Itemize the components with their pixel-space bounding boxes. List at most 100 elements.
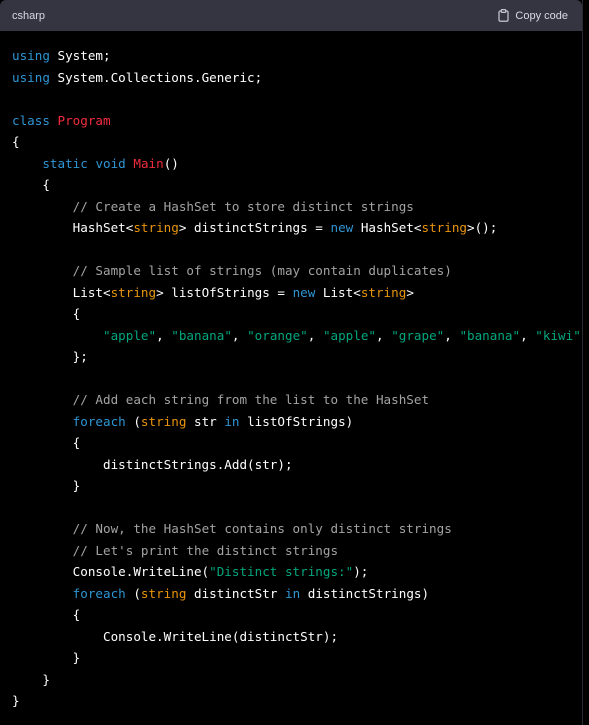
code-token: string [360, 284, 407, 300]
code-block: csharp Copy code using System; using Syst… [0, 0, 583, 725]
code-token: "grape" [391, 327, 445, 343]
code-token: { [12, 306, 81, 321]
code-token: System.Collections.Generic; [49, 69, 263, 85]
code-line: } [12, 475, 582, 497]
code-token: // Add each string from the list to the … [72, 392, 430, 407]
code-token: string [140, 585, 187, 601]
code-token: Main [133, 155, 164, 171]
code-token: new [330, 220, 354, 235]
code-line: class Program [12, 110, 582, 132]
code-token: , [520, 327, 536, 343]
code-token: foreach [72, 413, 126, 429]
code-token: using [12, 69, 50, 85]
code-token: // Let's print the distinct strings [72, 542, 339, 558]
code-line: { [12, 604, 582, 626]
code-token: str [186, 413, 225, 429]
code-token: System; [49, 48, 111, 63]
code-token: distinctStrings.Add(str); [12, 456, 293, 472]
code-token: Console.WriteLine( [12, 564, 210, 579]
code-token: new [292, 284, 316, 300]
code-token: string [110, 284, 157, 300]
code-token: distinctStr [186, 585, 285, 601]
code-line: { [12, 432, 582, 454]
code-token: "banana" [171, 327, 232, 343]
code-token: in [285, 585, 301, 601]
code-token: , [444, 327, 460, 343]
code-line: } [12, 690, 582, 712]
code-token: }; [12, 349, 88, 364]
code-token: "apple" [322, 327, 377, 343]
code-token: ); [353, 564, 369, 579]
code-line: foreach (string str in listOfStrings) [12, 411, 582, 433]
code-block-header: csharp Copy code [0, 0, 582, 31]
code-line: List<string> listOfStrings = new List<st… [12, 282, 582, 304]
code-token: { [12, 134, 20, 149]
code-line: "apple", "banana", "orange", "apple", "g… [12, 325, 582, 347]
code-token: } [12, 693, 20, 708]
code-line: using System; [12, 45, 582, 67]
code-line: { [12, 131, 582, 153]
code-token: Program [57, 112, 111, 128]
code-token: } [12, 478, 81, 493]
code-token: { [12, 435, 81, 450]
code-token: "Distinct strings:" [209, 564, 354, 579]
code-token: HashSet< [353, 220, 422, 235]
code-token: } [12, 671, 50, 687]
code-line: distinctStrings.Add(str); [12, 454, 582, 476]
code-line: // Create a HashSet to store distinct st… [12, 196, 582, 218]
code-token: () [163, 155, 179, 171]
code-token: string [133, 220, 179, 235]
code-token: "orange" [247, 327, 308, 343]
code-token: { [12, 607, 81, 622]
code-token: , [156, 327, 172, 343]
code-token: { [12, 177, 50, 192]
code-token: string [421, 220, 467, 235]
code-token: listOfStrings) [239, 413, 354, 429]
code-line: { [12, 303, 582, 325]
code-token: List< [12, 284, 111, 300]
code-line: }; [12, 346, 582, 368]
code-line: HashSet<string> distinctStrings = new Ha… [12, 217, 582, 239]
code-token: using [12, 48, 50, 63]
code-line: static void Main() [12, 153, 582, 175]
code-token: ( [125, 585, 141, 601]
code-token: > [406, 284, 414, 300]
code-token: // Now, the HashSet contains only distin… [72, 521, 452, 536]
code-token: "banana" [459, 327, 521, 343]
code-line: // Now, the HashSet contains only distin… [12, 518, 582, 540]
code-token: "apple" [103, 327, 157, 343]
copy-code-button[interactable]: Copy code [498, 9, 568, 22]
code-token: >(); [466, 220, 498, 235]
code-token: in [224, 413, 240, 429]
code-token: string [140, 413, 187, 429]
code-token: List< [315, 284, 361, 300]
code-token: // Create a HashSet to store distinct st… [72, 198, 414, 214]
code-token: , [307, 327, 323, 343]
code-token: void [95, 155, 126, 171]
code-line: // Add each string from the list to the … [12, 389, 582, 411]
code-token: "kiwi" [535, 327, 581, 343]
code-line: } [12, 669, 582, 691]
code-line: { [12, 174, 582, 196]
code-token: distinctStrings) [300, 585, 430, 601]
code-token: foreach [72, 585, 126, 601]
code-token: Console.WriteLine(distinctStr); [12, 628, 339, 644]
code-line: foreach (string distinctStr in distinctS… [12, 583, 582, 605]
code-token: , [231, 327, 248, 343]
code-token: } [12, 650, 81, 665]
clipboard-icon [498, 9, 509, 22]
code-token: class [12, 112, 50, 128]
code-line: using System.Collections.Generic; [12, 67, 582, 89]
code-token: ( [125, 413, 141, 429]
code-token: > listOfStrings = [156, 284, 293, 300]
